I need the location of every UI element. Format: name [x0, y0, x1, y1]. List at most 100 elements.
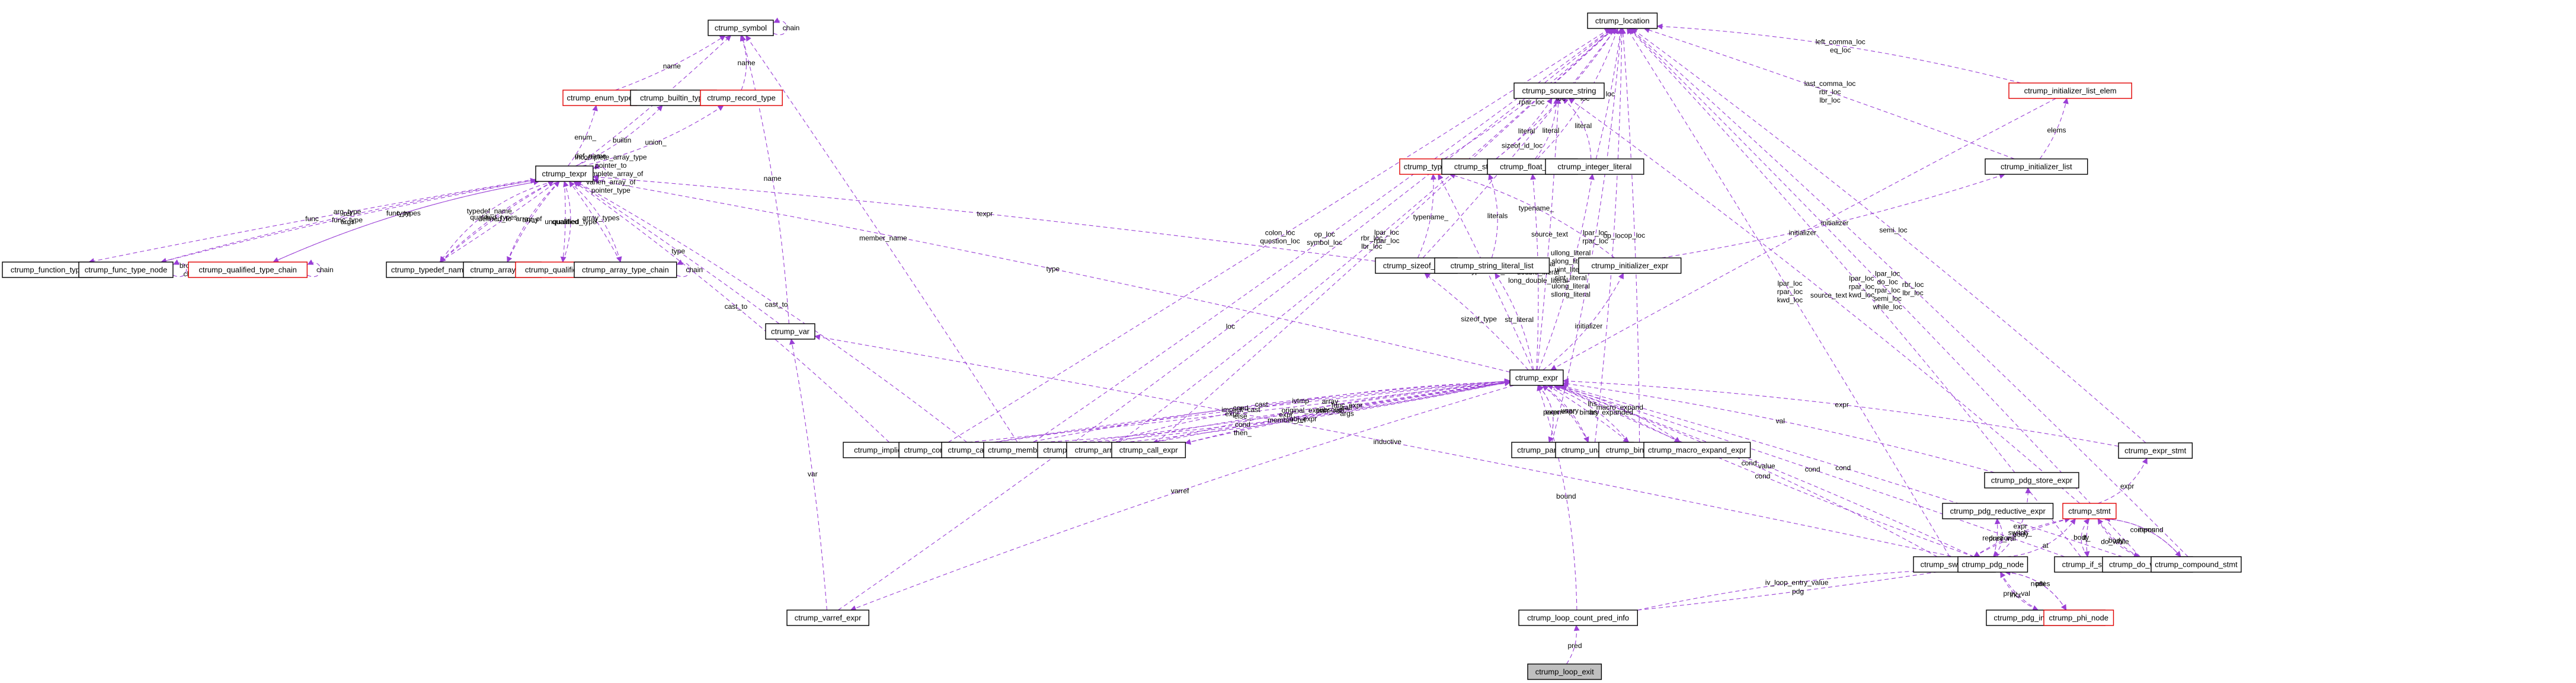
edge-label-line: array_of	[516, 215, 542, 223]
class-node-call-expr[interactable]: ctrump_call_expr	[1111, 442, 1186, 458]
edge-label-line: incomplete_array_type	[575, 153, 647, 161]
edge-label-line: builtin	[613, 136, 631, 144]
edge-label: literal	[1518, 127, 1535, 135]
class-node-pdg-store-expr[interactable]: ctrump_pdg_store_expr	[1984, 472, 2079, 489]
edge-label: initializer	[1575, 322, 1603, 330]
edge-label-line: body	[2108, 536, 2124, 544]
edge-label: body	[2073, 534, 2089, 542]
edge-label: literals	[1487, 212, 1508, 220]
class-node-typedef-name[interactable]: ctrump_typedef_name	[386, 261, 473, 278]
edge-label: at	[2043, 541, 2049, 550]
edge-label: expr	[1835, 401, 1849, 409]
edge-label-line: body	[2073, 534, 2089, 542]
edge-label-line: else_	[1234, 412, 1252, 420]
class-node-array-type-chain[interactable]: ctrump_array_type_chain	[574, 261, 677, 278]
class-node-enum-type[interactable]: ctrump_enum_type	[562, 90, 638, 106]
edge-label: body	[2013, 530, 2028, 538]
edge-label: colon_loc question_loc	[1260, 229, 1300, 245]
class-node-pdg-node[interactable]: ctrump_pdg_node	[1957, 556, 2028, 573]
edge-label: cond	[1805, 465, 1820, 474]
edge-label-line: op_loc	[1624, 231, 1645, 240]
class-node-initializer-expr[interactable]: ctrump_initializer_expr	[1578, 257, 1682, 274]
class-node-string-literal-list[interactable]: ctrump_string_literal_list	[1434, 257, 1550, 274]
edge-label-line: typename_	[1519, 204, 1554, 212]
class-node-record-type[interactable]: ctrump_record_type	[700, 90, 783, 106]
class-node-label: ctrump_varref_expr	[795, 614, 862, 623]
class-node-loop-exit[interactable]: ctrump_loop_exit	[1527, 663, 1602, 680]
edge-label-line: arg_type	[334, 208, 361, 216]
edge-label: left_comma_loc eq_loc	[1816, 37, 1865, 54]
class-node-pdg-reductive-expr[interactable]: ctrump_pdg_reductive_expr	[1942, 503, 2054, 519]
edge-label-line: loc	[1226, 322, 1235, 330]
class-node-expr[interactable]: ctrump_expr	[1509, 369, 1564, 386]
edge-layer	[88, 17, 2188, 665]
edge-label: value	[1758, 462, 1775, 470]
edge-label-line: kwd_loc	[1849, 291, 1874, 299]
edge-label: cond	[1835, 464, 1851, 472]
edge-label: lpar_loc rpar_loc kwd_loc	[1777, 279, 1803, 304]
edge-label-line: sizeof_id_loc	[1502, 141, 1543, 149]
edge-label-line: typedef_name	[467, 207, 512, 215]
edge-label: typename_	[1519, 204, 1554, 212]
edge-label: texpr	[977, 209, 993, 218]
edge-label-line: type	[397, 209, 411, 218]
class-node-label: ctrump_phi_node	[2049, 614, 2108, 623]
class-node-stmt[interactable]: ctrump_stmt	[2062, 503, 2117, 519]
edge-pdg-store-expr-to-expr	[1562, 381, 1995, 473]
class-node-initializer-list-elem[interactable]: ctrump_initializer_list_elem	[2008, 82, 2132, 99]
edge-label-line: member_name	[859, 234, 907, 242]
edge-label: op_loc	[1624, 231, 1645, 240]
edge-label: lpar_loc rpar_loc kwd_loc	[1849, 275, 1874, 299]
class-node-varref-expr[interactable]: ctrump_varref_expr	[786, 609, 869, 626]
class-node-initializer-list[interactable]: ctrump_initializer_list	[1985, 158, 2088, 175]
edge-label-line: cond	[1233, 404, 1249, 412]
edge-label-line: loc	[1606, 90, 1615, 98]
edge-label-line: rpar_loc	[1875, 286, 1900, 294]
class-node-texpr[interactable]: ctrump_texpr	[535, 165, 594, 182]
class-node-location[interactable]: ctrump_location	[1587, 12, 1658, 29]
edge-label-line: cond	[1742, 459, 1757, 467]
edge-label: loc	[1606, 90, 1615, 98]
class-node-source-string[interactable]: ctrump_source_string	[1513, 82, 1605, 99]
edge-label-line: inductive	[1374, 438, 1402, 446]
class-node-phi-node[interactable]: ctrump_phi_node	[2043, 609, 2114, 626]
class-node-label: ctrump_func_type_node	[85, 266, 167, 275]
class-node-compound-stmt[interactable]: ctrump_compound_stmt	[2151, 556, 2242, 573]
edge-label-line: colon_loc	[1265, 229, 1295, 237]
edge-label: semi_loc	[1879, 226, 1907, 234]
class-node-qualified-type-chain[interactable]: ctrump_qualified_type_chain	[188, 261, 308, 278]
class-node-macro-expand-expr[interactable]: ctrump_macro_expand_expr	[1643, 442, 1751, 458]
edge-label: typename_	[1413, 213, 1449, 221]
class-node-label: ctrump_pdg_reductive_expr	[1950, 507, 2046, 516]
class-node-loop-count-pred-info[interactable]: ctrump_loop_count_pred_info	[1518, 609, 1639, 626]
edge-label-line: pred	[1567, 641, 1582, 650]
class-node-integer-literal[interactable]: ctrump_integer_literal	[1545, 158, 1644, 175]
class-node-label: ctrump_compound_stmt	[2155, 560, 2238, 569]
edge-label: phi	[2036, 579, 2045, 588]
edge-stmt-to-expr-stmt	[2097, 458, 2148, 504]
edge-label-line: rpar_loc	[1374, 237, 1399, 245]
collaboration-diagram: chainname namenamedef_namemember_nameenum…	[2, 12, 2242, 680]
edge-label-line: left_comma_loc	[1816, 37, 1865, 46]
edge-label: source_text	[1531, 230, 1569, 238]
edge-label: cast_to	[725, 302, 748, 311]
edge-label-line: name	[663, 62, 681, 70]
class-node-var[interactable]: ctrump_var	[765, 323, 815, 340]
class-node-label: ctrump_initializer_list	[2001, 162, 2072, 171]
edge-label: union_	[645, 138, 666, 146]
edge-label-line: literal	[1543, 126, 1560, 135]
edge-label-line: sint_literal	[1555, 273, 1587, 282]
class-node-expr-stmt[interactable]: ctrump_expr_stmt	[2118, 442, 2193, 459]
edge-label: name	[738, 59, 756, 67]
edge-label-line: source_text	[1810, 291, 1848, 299]
class-node-label: ctrump_pdg_store_expr	[1991, 476, 2073, 485]
class-node-func-type-node[interactable]: ctrump_func_type_node	[78, 261, 174, 278]
class-node-label: ctrump_expr	[1515, 374, 1559, 382]
edge-label-line: unary	[1561, 406, 1579, 414]
edge-label-line: initializer	[1789, 228, 1817, 237]
edge-label-line: initializer	[1575, 322, 1603, 330]
class-node-symbol[interactable]: ctrump_symbol	[708, 20, 774, 36]
edge-label: cast_to	[765, 301, 788, 309]
edge-label: inductive	[1374, 438, 1402, 446]
edge-label: macro_expand	[1596, 403, 1643, 411]
